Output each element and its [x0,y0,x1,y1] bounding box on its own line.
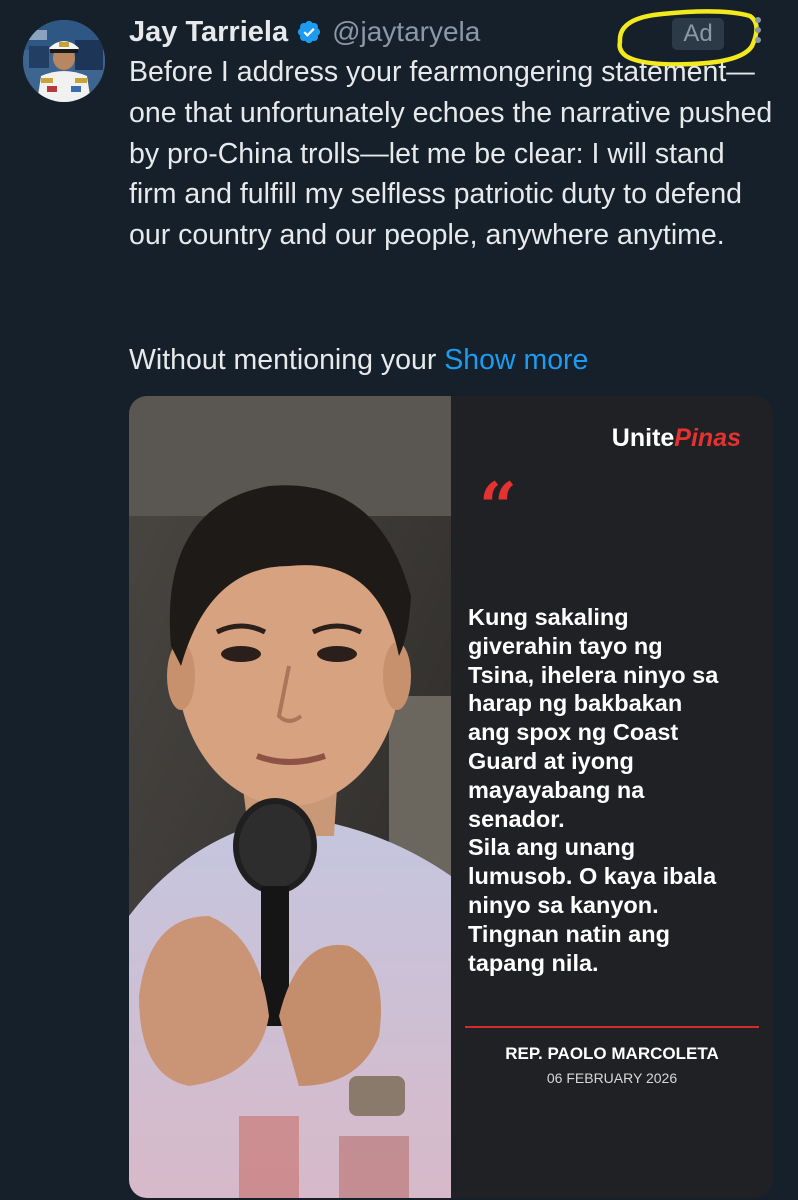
quote-speaker: REP. PAOLO MARCOLETA [505,1044,719,1063]
post-text-truncated: Without mentioning your [129,344,445,376]
quote-text: Kung sakaling giverahin tayo ng Tsina, i… [468,604,719,976]
post-text-continued: Without mentioning your Show more [129,340,779,381]
author-handle[interactable]: @jaytaryela [332,16,480,48]
post-container: Jay Tarriela @jaytaryela Ad Before I add… [0,0,798,1200]
verified-badge-icon [296,19,322,45]
post-media-image[interactable]: UnitePinas “ Kung sakaling giverahin tay… [129,396,773,1198]
speaker-photo [129,396,451,1198]
brand-name-part1: Unite [611,424,675,452]
brand-logo: UnitePinas [612,424,741,453]
divider [465,1026,759,1028]
quote-mark-icon: “ [479,468,517,546]
author-name[interactable]: Jay Tarriela [129,16,288,49]
quote-date: 06 FEBRUARY 2026 [546,1070,678,1086]
post-header: Jay Tarriela @jaytaryela [129,12,480,52]
show-more-link[interactable]: Show more [444,344,588,376]
brand-name-part2: Pinas [674,424,741,452]
more-options-icon[interactable] [746,10,770,56]
avatar[interactable] [23,20,105,102]
post-text: Before I address your fearmongering stat… [129,56,781,252]
ad-badge: Ad [672,18,724,50]
quote-panel: UnitePinas “ Kung sakaling giverahin tay… [451,396,773,1198]
